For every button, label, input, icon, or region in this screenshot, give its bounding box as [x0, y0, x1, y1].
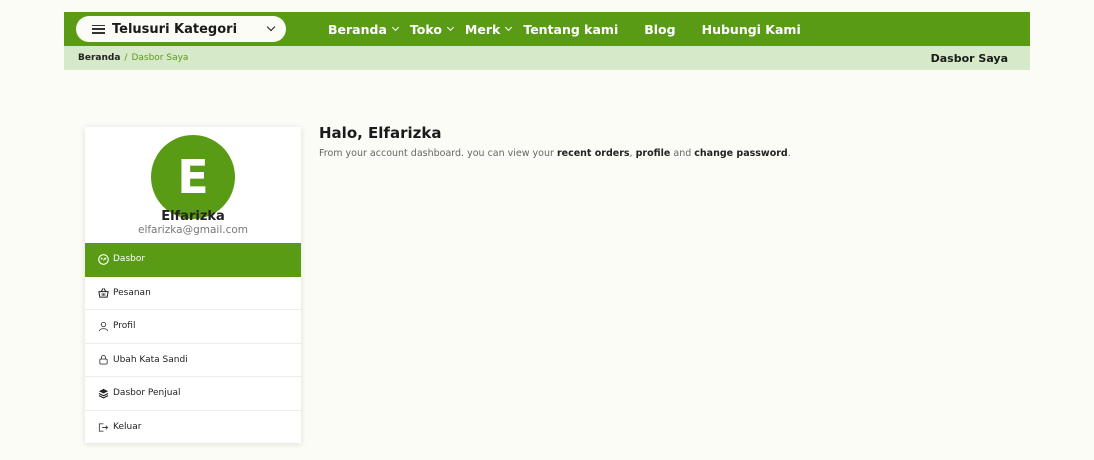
nav-item-blog[interactable]: Blog	[644, 22, 675, 37]
menu-label: Dasbor	[113, 254, 146, 265]
breadcrumb-bar: Beranda / Dasbor Saya Dasbor Saya	[64, 46, 1030, 70]
menu-item-keluar[interactable]: Keluar	[85, 411, 301, 445]
menu-icon	[92, 24, 105, 34]
menu-item-dasbor-penjual[interactable]: Dasbor Penjual	[85, 377, 301, 411]
nav-item-tentang-kami[interactable]: Tentang kami	[523, 22, 618, 37]
menu-label: Profil	[113, 321, 136, 332]
main-nav: Beranda Toko Merk Tentang kami Blog Hubu…	[328, 22, 813, 37]
nav-label: Merk	[464, 21, 501, 37]
account-sidebar: E Elfarizka elfarizka@gmail.com Dasbor P…	[85, 127, 301, 443]
nav-item-beranda[interactable]: Beranda	[328, 21, 399, 37]
nav-item-hubungi-kami[interactable]: Hubungi Kami	[702, 22, 801, 37]
breadcrumb-current: Dasbor Saya	[131, 53, 189, 63]
chevron-down-icon	[391, 23, 399, 31]
user-email: elfarizka@gmail.com	[137, 224, 248, 236]
nav-label: Toko	[409, 21, 442, 37]
chevron-down-icon	[446, 23, 454, 31]
top-navbar: Telusuri Kategori Beranda Toko Merk Tent…	[64, 12, 1030, 46]
nav-label: Blog	[644, 21, 676, 37]
change-password-link[interactable]: change password	[694, 148, 787, 159]
layers-icon	[97, 387, 109, 399]
menu-label: Keluar	[113, 422, 142, 433]
recent-orders-link[interactable]: recent orders	[557, 148, 630, 159]
nav-label: Beranda	[328, 21, 387, 37]
page-title: Dasbor Saya	[930, 51, 1008, 65]
nav-item-toko[interactable]: Toko	[409, 21, 454, 37]
menu-item-ubah-kata-sandi[interactable]: Ubah Kata Sandi	[85, 344, 301, 377]
nav-label: Hubungi Kami	[701, 21, 801, 37]
user-icon	[97, 320, 109, 332]
browse-category-label: Telusuri Kategori	[112, 21, 238, 37]
intro-and: and	[670, 148, 695, 159]
intro-end: .	[787, 148, 791, 159]
menu-label: Ubah Kata Sandi	[113, 354, 188, 365]
nav-label: Tentang kami	[523, 21, 619, 37]
menu-label: Dasbor Penjual	[113, 388, 181, 399]
menu-item-profil[interactable]: Profil	[85, 310, 301, 344]
dashboard-intro-text: From your account dashboard. you can vie…	[319, 148, 791, 159]
menu-label: Pesanan	[113, 287, 151, 298]
chevron-down-icon	[266, 22, 276, 32]
avatar: E	[151, 135, 235, 219]
breadcrumb-home-link[interactable]: Beranda	[78, 53, 120, 63]
menu-item-dasbor[interactable]: Dasbor	[85, 243, 301, 277]
user-name: Elfarizka	[161, 209, 225, 224]
nav-item-merk[interactable]: Merk	[464, 21, 513, 37]
lock-icon	[97, 354, 109, 366]
greeting-heading: Halo, Elfarizka	[319, 124, 442, 142]
dashboard-icon	[97, 253, 109, 265]
basket-icon	[97, 287, 109, 299]
chevron-down-icon	[505, 23, 513, 31]
menu-item-pesanan[interactable]: Pesanan	[85, 277, 301, 310]
profile-link[interactable]: profile	[636, 148, 671, 159]
intro-prefix: From your account dashboard. you can vie…	[319, 148, 557, 159]
breadcrumb: Beranda / Dasbor Saya	[78, 53, 188, 63]
logout-icon	[97, 421, 109, 433]
breadcrumb-separator: /	[124, 53, 128, 63]
account-menu: Dasbor Pesanan Profil Ubah Kata Sandi Da…	[85, 243, 301, 444]
browse-category-button[interactable]: Telusuri Kategori	[76, 16, 286, 42]
